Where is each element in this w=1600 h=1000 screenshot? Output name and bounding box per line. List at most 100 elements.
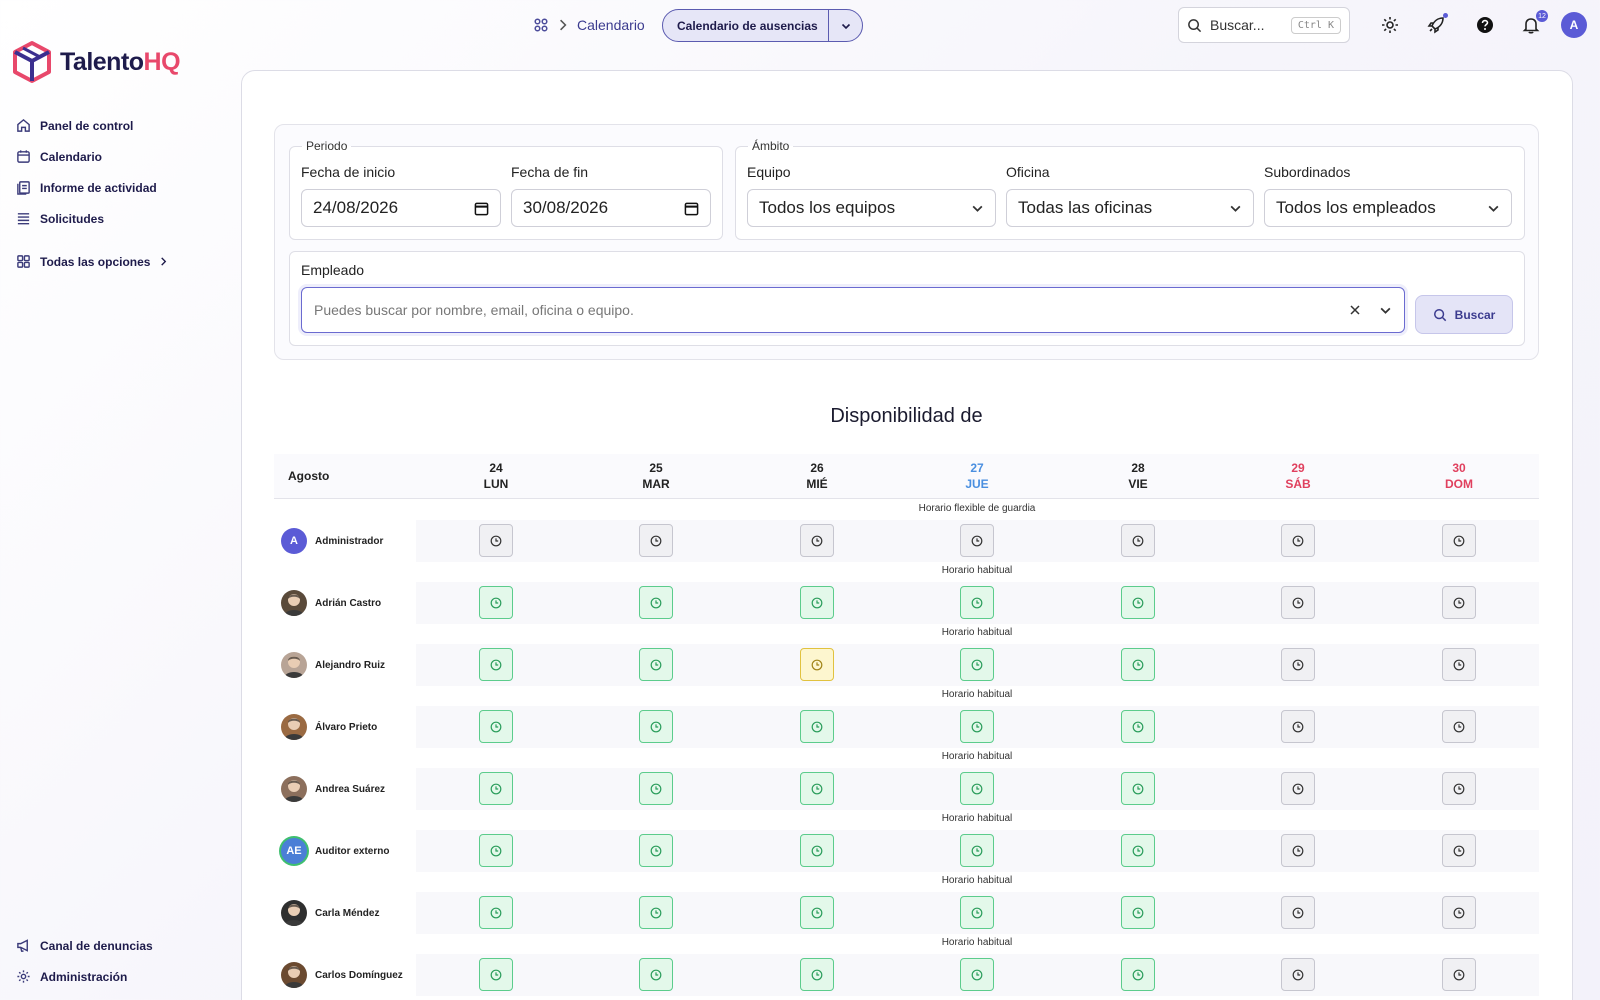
- availability-cell[interactable]: [1281, 772, 1315, 805]
- report-icon: [17, 181, 30, 195]
- availability-cell[interactable]: [479, 710, 513, 743]
- availability-cell[interactable]: [1121, 772, 1155, 805]
- employee-row-label[interactable]: A Administrador: [281, 528, 383, 554]
- calendar-icon[interactable]: [474, 201, 489, 216]
- breadcrumb-current[interactable]: Calendario: [577, 17, 645, 33]
- availability-cell[interactable]: [479, 586, 513, 619]
- clear-icon[interactable]: [1349, 304, 1361, 316]
- employee-row-label[interactable]: AE Auditor externo: [281, 838, 389, 864]
- team-select[interactable]: Todos los equipos: [747, 189, 996, 227]
- end-date-input[interactable]: 30/08/2026: [511, 189, 711, 227]
- availability-cell[interactable]: [1121, 648, 1155, 681]
- sidebar-item-administracion[interactable]: Administración: [16, 961, 153, 992]
- availability-cell[interactable]: [960, 710, 994, 743]
- availability-cell[interactable]: [1281, 586, 1315, 619]
- availability-cell[interactable]: [800, 586, 834, 619]
- settings-button[interactable]: [1378, 13, 1402, 37]
- availability-cell[interactable]: [479, 648, 513, 681]
- availability-cell[interactable]: [639, 834, 673, 867]
- day-number: 27: [970, 461, 984, 475]
- availability-cell[interactable]: [479, 834, 513, 867]
- sidebar-item-label: Administración: [40, 969, 128, 984]
- availability-cell[interactable]: [800, 648, 834, 681]
- availability-cell[interactable]: [639, 958, 673, 991]
- availability-cell[interactable]: [1121, 896, 1155, 929]
- start-date-input[interactable]: 24/08/2026: [301, 189, 501, 227]
- availability-cell[interactable]: [479, 896, 513, 929]
- sidebar-item-solicitudes[interactable]: Solicitudes: [16, 203, 168, 234]
- availability-cell[interactable]: [800, 958, 834, 991]
- employee-search-input[interactable]: Puedes buscar por nombre, email, oficina…: [301, 287, 1405, 333]
- availability-cell[interactable]: [1121, 586, 1155, 619]
- availability-cell[interactable]: [479, 524, 513, 557]
- availability-cell[interactable]: [639, 586, 673, 619]
- availability-cell[interactable]: [960, 648, 994, 681]
- availability-cell[interactable]: [479, 958, 513, 991]
- chevron-down-icon: [1230, 205, 1241, 212]
- help-button[interactable]: [1473, 13, 1497, 37]
- availability-cell[interactable]: [1121, 958, 1155, 991]
- availability-cell[interactable]: [1281, 710, 1315, 743]
- availability-cell[interactable]: [1121, 834, 1155, 867]
- clock-icon: [811, 845, 823, 857]
- availability-cell[interactable]: [639, 648, 673, 681]
- availability-cell[interactable]: [1442, 834, 1476, 867]
- availability-cell[interactable]: [1121, 710, 1155, 743]
- availability-cell[interactable]: [1281, 896, 1315, 929]
- sidebar-item-informe[interactable]: Informe de actividad: [16, 172, 168, 203]
- availability-cell[interactable]: [1121, 524, 1155, 557]
- employee-row-label[interactable]: Andrea Suárez: [281, 776, 385, 802]
- clock-icon: [490, 907, 502, 919]
- office-select[interactable]: Todas las oficinas: [1006, 189, 1254, 227]
- scope-legend: Ámbito: [752, 139, 790, 153]
- availability-cell[interactable]: [960, 524, 994, 557]
- start-date-value: 24/08/2026: [313, 198, 399, 217]
- subordinates-select[interactable]: Todos los empleados: [1264, 189, 1512, 227]
- availability-cell[interactable]: [1281, 524, 1315, 557]
- availability-cell[interactable]: [800, 896, 834, 929]
- availability-cell[interactable]: [1442, 710, 1476, 743]
- availability-cell[interactable]: [960, 772, 994, 805]
- view-select-toggle[interactable]: [828, 10, 862, 41]
- sidebar-item-denuncias[interactable]: Canal de denuncias: [16, 930, 153, 961]
- employee-row-label[interactable]: Carla Méndez: [281, 900, 379, 926]
- availability-cell[interactable]: [800, 834, 834, 867]
- calendar-icon[interactable]: [684, 201, 699, 216]
- clock-icon: [1132, 721, 1144, 733]
- availability-cell[interactable]: [639, 524, 673, 557]
- employee-row-label[interactable]: Carlos Domínguez: [281, 962, 403, 988]
- availability-cell[interactable]: [1281, 648, 1315, 681]
- sidebar-item-all-options[interactable]: Todas las opciones: [16, 246, 168, 277]
- search-button[interactable]: Buscar: [1415, 295, 1513, 334]
- chevron-down-icon[interactable]: [1379, 304, 1392, 317]
- availability-cell[interactable]: [800, 710, 834, 743]
- availability-cell[interactable]: [1442, 772, 1476, 805]
- brand-logo[interactable]: TalentoHQ: [12, 40, 181, 84]
- calendar-view-select[interactable]: Calendario de ausencias: [662, 9, 863, 42]
- user-avatar[interactable]: A: [1561, 12, 1587, 38]
- availability-cell[interactable]: [960, 958, 994, 991]
- employee-row-label[interactable]: Álvaro Prieto: [281, 714, 377, 740]
- availability-cell[interactable]: [1442, 648, 1476, 681]
- global-search[interactable]: Buscar... Ctrl K: [1178, 7, 1350, 43]
- availability-cell[interactable]: [960, 586, 994, 619]
- sidebar-item-calendario[interactable]: Calendario: [16, 141, 168, 172]
- availability-cell[interactable]: [1281, 958, 1315, 991]
- availability-cell[interactable]: [960, 834, 994, 867]
- availability-cell[interactable]: [1281, 834, 1315, 867]
- employee-row-label[interactable]: Adrián Castro: [281, 590, 381, 616]
- availability-cell[interactable]: [1442, 896, 1476, 929]
- availability-cell[interactable]: [800, 524, 834, 557]
- availability-cell[interactable]: [1442, 958, 1476, 991]
- employee-row-label[interactable]: Alejandro Ruiz: [281, 652, 385, 678]
- availability-cell[interactable]: [479, 772, 513, 805]
- availability-cell[interactable]: [639, 710, 673, 743]
- availability-cell[interactable]: [1442, 586, 1476, 619]
- availability-cell[interactable]: [1442, 524, 1476, 557]
- sidebar-item-panel[interactable]: Panel de control: [16, 110, 168, 141]
- availability-cell[interactable]: [639, 896, 673, 929]
- apps-grid-icon[interactable]: [533, 17, 549, 33]
- availability-cell[interactable]: [800, 772, 834, 805]
- availability-cell[interactable]: [639, 772, 673, 805]
- availability-cell[interactable]: [960, 896, 994, 929]
